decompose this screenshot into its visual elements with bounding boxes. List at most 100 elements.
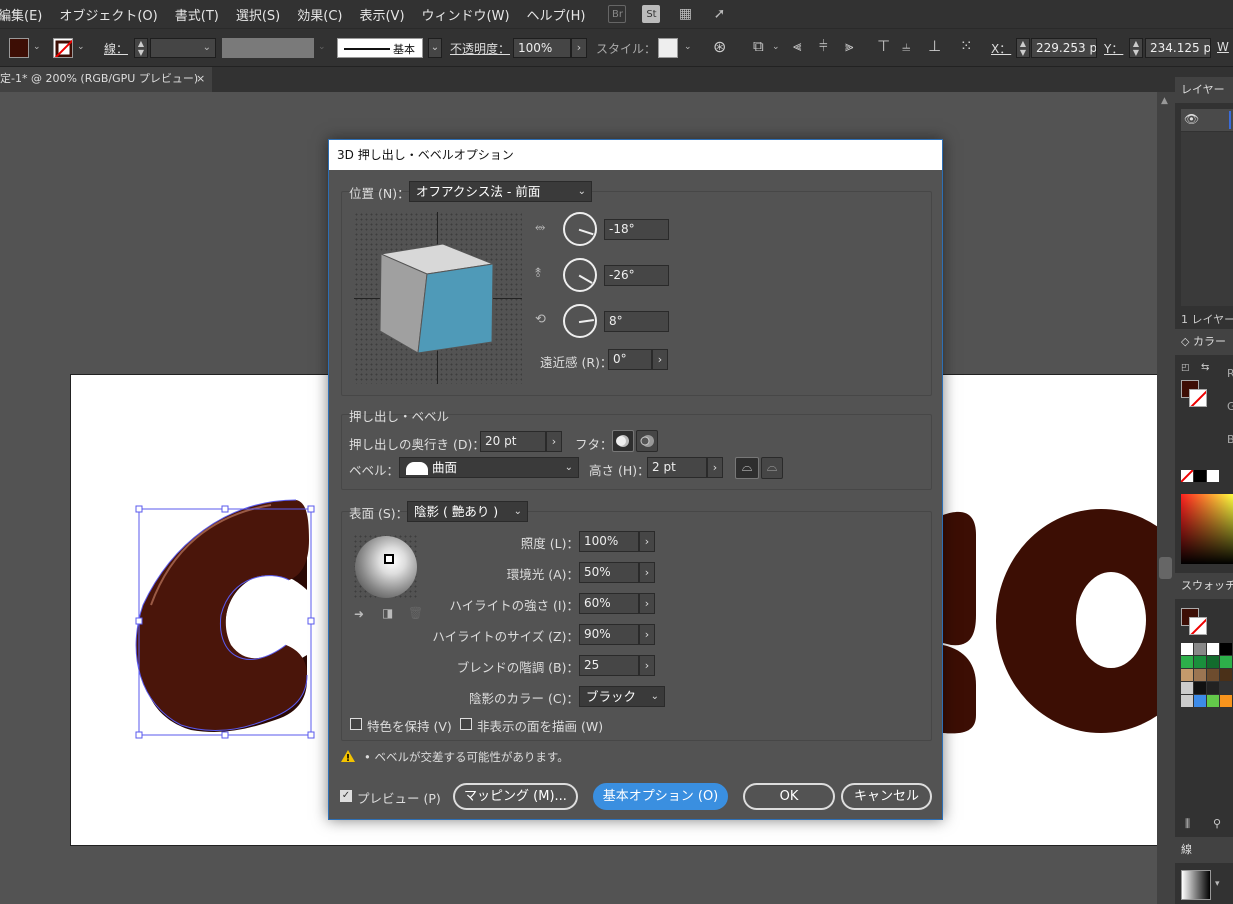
lighting-sphere[interactable] [355,536,417,598]
variable-width-profile[interactable] [222,38,314,58]
color-spectrum[interactable] [1181,494,1233,564]
fill-dropdown-icon[interactable]: ⌄ [33,42,41,52]
transform-dropdown-icon[interactable]: ⌄ [772,42,780,52]
vertical-scrollbar[interactable]: ▲ [1157,92,1175,904]
light-intensity-input[interactable]: 100% [579,531,639,552]
letter-c-3d[interactable] [135,499,309,732]
letter-c-flat[interactable] [943,511,976,646]
stroke-panel-tab[interactable]: 線 [1175,837,1233,863]
3d-cube-preview[interactable] [354,212,522,384]
ambient-arrow[interactable]: › [639,562,655,583]
swatch-grid[interactable] [1181,643,1233,707]
stroke-weight-stepper[interactable]: ▲ ▼ [134,38,148,58]
swatch-libraries-icon[interactable]: ⫼ [1185,817,1190,831]
align-vcenter-icon[interactable]: ⫨ [902,37,910,55]
draw-hidden-faces-checkbox[interactable] [460,718,472,730]
rotate-y-dial[interactable] [563,258,597,292]
blend-steps-arrow[interactable]: › [639,655,655,676]
shading-color-select[interactable]: ブラック ⌄ [579,686,665,707]
perspective-slider-arrow[interactable]: › [652,349,668,370]
blend-steps-input[interactable]: 25 [579,655,639,676]
document-tab[interactable]: 定-1* @ 200% (RGB/GPU プレビュー) × [0,67,212,92]
black-chip[interactable] [1194,470,1206,482]
y-stepper[interactable]: ▲ ▼ [1129,38,1143,58]
graphic-style-swatch[interactable] [658,38,678,58]
preview-checkbox[interactable]: ✓ [340,790,352,802]
scroll-thumb[interactable] [1159,557,1172,579]
cap-off-button[interactable] [636,430,658,452]
menu-select[interactable]: 選択(S) [228,5,289,24]
white-chip[interactable] [1207,470,1219,482]
rotate-z-input[interactable]: 8° [604,311,669,332]
highlight-size-arrow[interactable]: › [639,624,655,645]
align-hcenter-icon[interactable]: ⫩ [819,37,828,55]
menu-help[interactable]: ヘルプ(H) [519,5,595,24]
bridge-icon[interactable]: Br [608,5,627,23]
letter-o-flat[interactable] [996,509,1158,733]
x-stepper[interactable]: ▲ ▼ [1016,38,1030,58]
opacity-label[interactable]: 不透明度： [450,40,510,57]
ambient-input[interactable]: 50% [579,562,639,583]
rotate-z-dial[interactable] [563,304,597,338]
close-tab-icon[interactable]: × [196,67,205,91]
lighting-sphere-area[interactable] [353,534,419,600]
default-colors-icon[interactable]: ◰ [1181,363,1190,373]
align-right-icon[interactable]: ⫸ [845,37,853,55]
bevel-select[interactable]: 曲面 ⌄ [399,457,579,478]
gradient-dropdown-icon[interactable]: ▾ [1215,879,1220,889]
style-dropdown-icon[interactable]: ⌄ [684,42,692,52]
menu-view[interactable]: 表示(V) [351,5,413,24]
brush-dropdown[interactable]: ⌄ [428,38,442,58]
position-select[interactable]: オフアクシス法 - 前面 ⌄ [409,181,592,202]
highlight-intensity-input[interactable]: 60% [579,593,639,614]
swatch-options-icon[interactable]: ⚲ [1213,817,1221,830]
stock-icon[interactable]: St [642,5,661,23]
stroke-dropdown-icon[interactable]: ⌄ [77,42,85,52]
workspace-layout-icon[interactable]: ▦ [676,5,694,23]
y-input[interactable]: 234.125 p [1145,38,1211,58]
opacity-input[interactable]: 100% [513,38,571,58]
eye-icon[interactable]: 👁 [1184,112,1199,126]
layer-row[interactable]: 👁 [1181,109,1233,131]
light-source-handle[interactable] [384,554,394,564]
perspective-input[interactable]: 0° [608,349,652,370]
highlight-intensity-arrow[interactable]: › [639,593,655,614]
swatches-panel-tab[interactable]: スウォッチ [1175,573,1233,599]
cancel-button[interactable]: キャンセル [841,783,932,810]
fill-swatch[interactable] [9,38,29,58]
rotation-track-cube[interactable] [354,212,522,384]
gradient-swatch[interactable] [1181,870,1211,900]
recolor-artwork-icon[interactable]: ⊛ [713,37,726,56]
stroke-swatch[interactable] [53,38,73,58]
menu-window[interactable]: ウィンドウ(W) [414,5,519,24]
menu-edit[interactable]: 編集(E) [0,5,51,24]
highlight-size-input[interactable]: 90% [579,624,639,645]
swatch-stroke-box[interactable] [1189,617,1207,635]
mapping-button[interactable]: マッピング (M)... [453,783,578,810]
menu-object[interactable]: オブジェクト(O) [51,5,166,24]
menu-effect[interactable]: 効果(C) [289,5,351,24]
stroke-label[interactable]: 線： [104,40,128,57]
align-left-icon[interactable]: ⫷ [793,37,801,55]
delete-light-icon[interactable]: 🗑 [408,606,423,620]
height-slider-arrow[interactable]: › [707,457,723,478]
align-bottom-icon[interactable]: ⊥ [928,37,941,55]
bevel-extent-out-button[interactable]: ⌓ [735,457,759,479]
height-input[interactable]: 2 pt [647,457,707,478]
basic-options-button[interactable]: 基本オプション (O) [593,783,728,810]
rotate-y-input[interactable]: -26° [604,265,669,286]
preserve-spot-checkbox[interactable] [350,718,362,730]
brush-definition[interactable]: 基本 [337,38,423,58]
transform-icon[interactable]: ⧉ [753,37,764,55]
profile-dropdown-icon[interactable]: ⌄ [318,42,326,52]
rotate-x-input[interactable]: -18° [604,219,669,240]
opacity-arrow[interactable]: › [571,38,587,58]
depth-input[interactable]: 20 pt [480,431,546,452]
rotate-x-dial[interactable] [563,212,597,246]
move-light-back-icon[interactable]: ➜ [354,607,364,621]
light-intensity-arrow[interactable]: › [639,531,655,552]
cap-on-button[interactable] [612,430,634,452]
swap-colors-icon[interactable]: ⇆ [1201,362,1209,373]
bevel-extent-in-button[interactable]: ⌓ [761,457,783,479]
stroke-weight-input[interactable]: ⌄ [150,38,216,58]
